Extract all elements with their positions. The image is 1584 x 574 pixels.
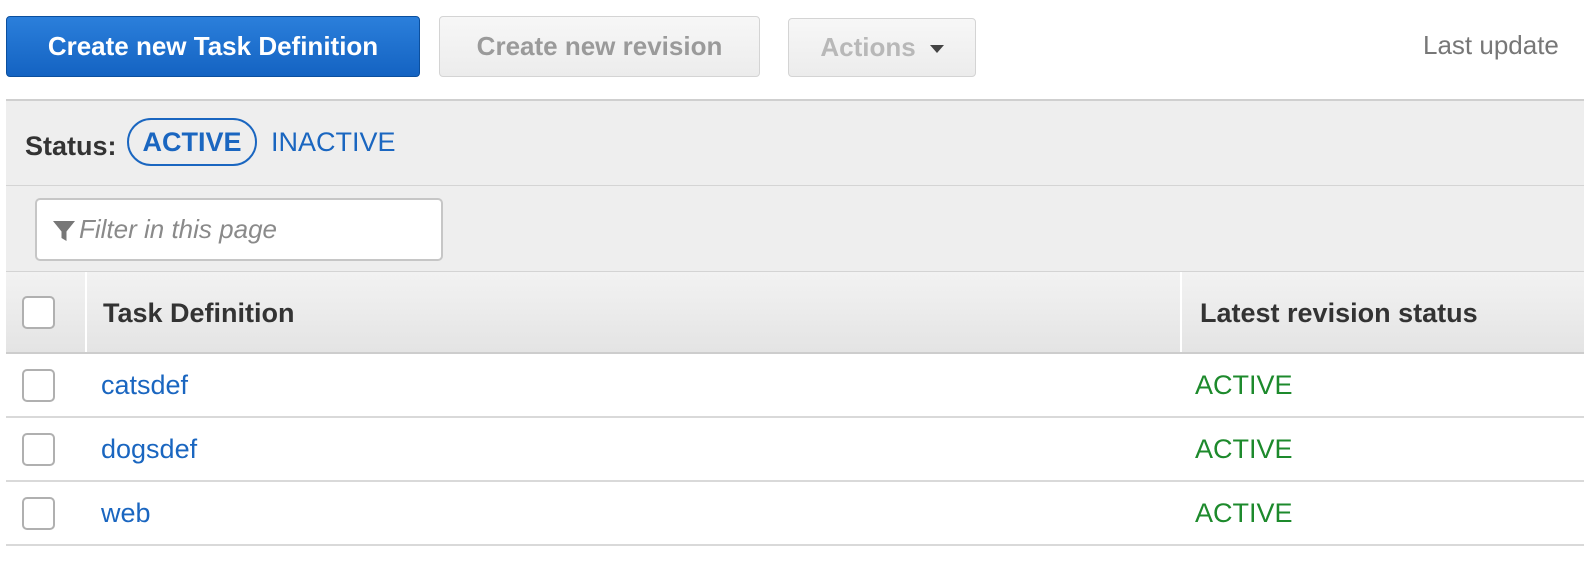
select-all-checkbox[interactable] (22, 296, 55, 329)
column-divider (85, 272, 87, 352)
status-cell: ACTIVE (1195, 498, 1293, 528)
row-checkbox[interactable] (22, 369, 55, 402)
task-definition-link[interactable]: dogsdef (101, 434, 197, 465)
task-definitions-page: Create new Task Definition Create new re… (0, 0, 1584, 574)
row-checkbox[interactable] (22, 433, 55, 466)
table-row: catsdef ACTIVE (6, 354, 1584, 418)
status-option-inactive[interactable]: INACTIVE (271, 127, 396, 158)
actions-dropdown-button[interactable]: Actions (788, 18, 976, 77)
status-option-active[interactable]: ACTIVE (127, 118, 257, 166)
create-task-definition-button[interactable]: Create new Task Definition (6, 16, 420, 77)
status-filter-bar: Status: ACTIVE INACTIVE (6, 99, 1584, 186)
row-checkbox[interactable] (22, 497, 55, 530)
table-row: web ACTIVE (6, 482, 1584, 546)
create-revision-button[interactable]: Create new revision (439, 16, 760, 77)
filter-field (35, 198, 443, 261)
filter-input[interactable] (79, 200, 437, 259)
table-header: Task Definition Latest revision status (6, 272, 1584, 354)
filter-icon (53, 221, 75, 241)
column-header-task-definition[interactable]: Task Definition (103, 298, 295, 329)
task-definition-link[interactable]: catsdef (101, 370, 188, 401)
task-definition-link[interactable]: web (101, 498, 151, 529)
toolbar: Create new Task Definition Create new re… (0, 0, 1584, 100)
status-cell: ACTIVE (1195, 370, 1293, 400)
last-updated-text: Last update (1423, 30, 1559, 60)
status-cell: ACTIVE (1195, 434, 1293, 464)
actions-label: Actions (820, 32, 916, 62)
table-row: dogsdef ACTIVE (6, 418, 1584, 482)
status-label: Status: (25, 131, 117, 161)
column-divider (1180, 272, 1182, 352)
caret-down-icon (929, 44, 944, 53)
column-header-latest-revision-status[interactable]: Latest revision status (1200, 298, 1478, 329)
filter-bar (6, 186, 1584, 272)
